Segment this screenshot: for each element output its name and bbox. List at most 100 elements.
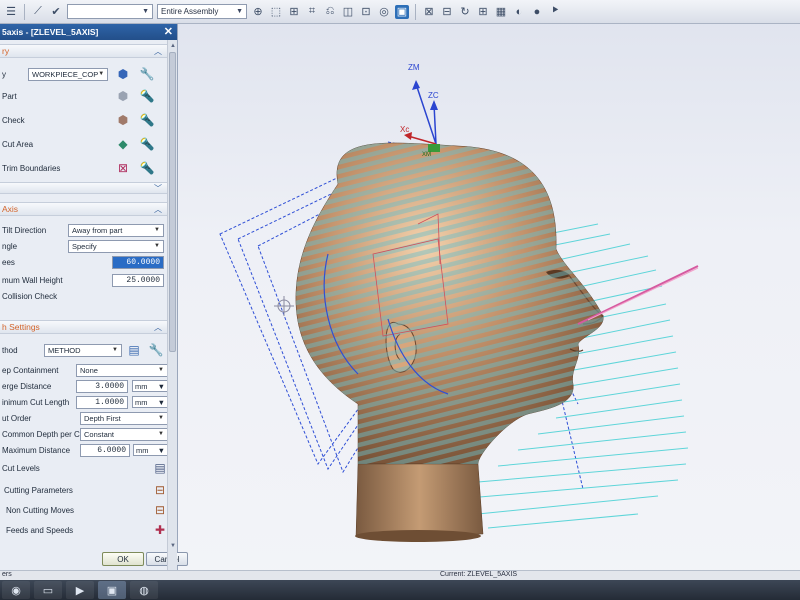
os-taskbar: ◉ ▭ ▶ ▣ ◍ (0, 580, 800, 600)
merge-input[interactable]: 3.0000 (76, 379, 128, 393)
section-geometry[interactable]: ry ︿ (0, 44, 168, 58)
flashlight-icon[interactable]: 🔦 (137, 87, 157, 105)
sphere-icon[interactable]: ● (530, 5, 544, 19)
dialog-scrollbar[interactable]: ▲ ▼ (167, 40, 177, 570)
folder-icon[interactable]: ▭ (34, 581, 62, 599)
layer-icon[interactable]: ⎌ (323, 5, 337, 19)
visibility-icon[interactable]: ◎ (377, 5, 391, 19)
select-trim-icon[interactable]: ⊠ (113, 159, 133, 177)
scroll-down-icon[interactable]: ▼ (169, 542, 177, 550)
angle-select[interactable]: Specify ▼ (68, 239, 164, 253)
select-icon[interactable]: ⊕ (251, 5, 265, 19)
toolbar-separator (415, 3, 416, 20)
select-check-icon[interactable]: ⬢ (113, 111, 133, 129)
common-depth-label: Common Depth per Cut (2, 429, 87, 439)
wrench-icon[interactable]: 🔧 (146, 341, 166, 359)
model-icon[interactable]: ▣ (395, 4, 409, 19)
max-distance-input[interactable]: 6.0000 (80, 443, 130, 457)
fit-icon[interactable]: ⊠ (422, 5, 436, 19)
chevron-down-icon: ﹀ (154, 183, 162, 193)
collision-label[interactable]: Collision Check (2, 292, 57, 301)
section-icon[interactable]: ⊞ (476, 5, 490, 19)
cut-levels-row: Cut Levels ▤ (0, 458, 168, 478)
browser-icon[interactable]: ◍ (130, 581, 158, 599)
common-depth-select[interactable]: Constant ▼ (80, 427, 168, 441)
tilt-direction-label: Tilt Direction (2, 225, 47, 235)
merge-label: erge Distance (2, 381, 52, 391)
media-icon[interactable]: ▶ (66, 581, 94, 599)
select-part-icon[interactable]: ⬢ (113, 87, 133, 105)
method-label: thod (2, 345, 18, 355)
rotate-icon[interactable]: ↻ (458, 5, 472, 19)
steep-select[interactable]: None ▼ (76, 363, 168, 377)
merge-unit-select[interactable]: mm ▼ (132, 380, 168, 392)
max-distance-label: Maximum Distance (2, 445, 71, 455)
angle-label: ngle (2, 241, 18, 251)
view-icon[interactable]: ⊞ (287, 5, 301, 19)
render-icon[interactable]: ⊡ (359, 5, 373, 19)
chevron-up-icon: ︿ (154, 46, 162, 56)
chevron-down-icon: ▼ (158, 431, 164, 437)
max-distance-unit-select[interactable]: mm ▼ (133, 444, 168, 456)
flashlight-icon[interactable]: 🔦 (137, 111, 157, 129)
min-wall-input[interactable]: 25.0000 (112, 273, 164, 287)
triad-icon[interactable]: ⯈ (548, 5, 562, 19)
style-icon[interactable]: ◐ (512, 5, 526, 19)
main-toolbar: ☰ ⟋ ✔ ▼ Entire Assembly ▼ ⊕ ⬚ ⊞ ⌗ ⎌ ◫ ⊡ … (0, 0, 800, 24)
model-view: ZM ZC Xc XM (219, 63, 699, 542)
display-icon[interactable]: ▦ (494, 5, 508, 19)
flashlight-icon[interactable]: 🔦 (137, 135, 157, 153)
wrench-icon[interactable]: 🔧 (137, 65, 157, 83)
flashlight-icon[interactable]: 🔦 (137, 159, 157, 177)
max-distance-row: Maximum Distance 6.0000 mm ▼ (0, 440, 168, 460)
chevron-up-icon: ︿ (154, 322, 162, 332)
ok-button[interactable]: OK (102, 552, 144, 566)
cut-order-select[interactable]: Depth First ▼ (80, 411, 168, 425)
filter-select[interactable]: ▼ (67, 4, 153, 19)
non-cutting-row: Non Cutting Moves ⊟ (0, 500, 168, 520)
section-axis[interactable]: Axis ︿ (0, 202, 168, 216)
menu-icon[interactable]: ☰ (4, 5, 18, 19)
assembly-select[interactable]: Entire Assembly ▼ (157, 4, 247, 19)
close-icon[interactable]: ✕ (164, 26, 173, 38)
method-row: thod METHOD ▼ ▤ 🔧 (0, 340, 168, 360)
degrees-input[interactable]: 60.0000 (112, 255, 164, 269)
min-cut-unit-select[interactable]: mm ▼ (132, 396, 168, 408)
tool-axis (577, 265, 699, 325)
chevron-down-icon: ▼ (157, 397, 165, 407)
feeds-label: Feeds and Speeds (6, 525, 74, 535)
dialog-title: 5axis - [ZLEVEL_5AXIS] (2, 27, 99, 37)
min-wall-label: mum Wall Height (2, 275, 63, 285)
dialog-title-bar[interactable]: 5axis - [ZLEVEL_5AXIS] ✕ (0, 24, 177, 40)
steep-value: None (80, 365, 98, 375)
new-geometry-icon[interactable]: ⬢ (113, 65, 133, 83)
axis-label-xc: Xc (400, 125, 409, 134)
scroll-up-icon[interactable]: ▲ (169, 42, 177, 50)
method-select[interactable]: METHOD ▼ (44, 343, 122, 357)
chevron-down-icon: ▼ (158, 415, 164, 421)
geometry-select[interactable]: WORKPIECE_COP ▼ (28, 67, 108, 81)
scroll-thumb[interactable] (169, 52, 176, 352)
check-row: Check ⬢ 🔦 (0, 110, 168, 130)
shade-icon[interactable]: ◫ (341, 5, 355, 19)
min-cut-input[interactable]: 1.0000 (76, 395, 128, 409)
non-cutting-label: Non Cutting Moves (6, 505, 75, 515)
start-icon[interactable]: ◉ (2, 581, 30, 599)
nx-app-icon[interactable]: ▣ (98, 581, 126, 599)
check-icon[interactable]: ✔ (49, 5, 63, 19)
new-method-icon[interactable]: ▤ (124, 341, 144, 359)
select-cut-area-icon[interactable]: ◆ (113, 135, 133, 153)
orient-icon[interactable]: ⬚ (269, 5, 283, 19)
graphics-viewport[interactable]: ZM ZC Xc XM (178, 24, 800, 572)
section-collapsed[interactable]: ﹀ (0, 182, 168, 194)
geometry-select-value: WORKPIECE_COP (32, 69, 99, 79)
zoom-icon[interactable]: ⊟ (440, 5, 454, 19)
snap-icon[interactable]: ⟋ (31, 5, 45, 19)
operation-dialog: 5axis - [ZLEVEL_5AXIS] ✕ ry ︿ y WORKPIEC… (0, 24, 188, 570)
tilt-direction-select[interactable]: Away from part ▼ (68, 223, 164, 237)
chevron-up-icon: ︿ (154, 204, 162, 214)
chevron-down-icon: ▼ (154, 243, 160, 249)
lasso-icon[interactable]: ⌗ (305, 5, 319, 19)
section-path-label: h Settings (2, 322, 40, 332)
section-path-settings[interactable]: h Settings ︿ (0, 320, 168, 334)
